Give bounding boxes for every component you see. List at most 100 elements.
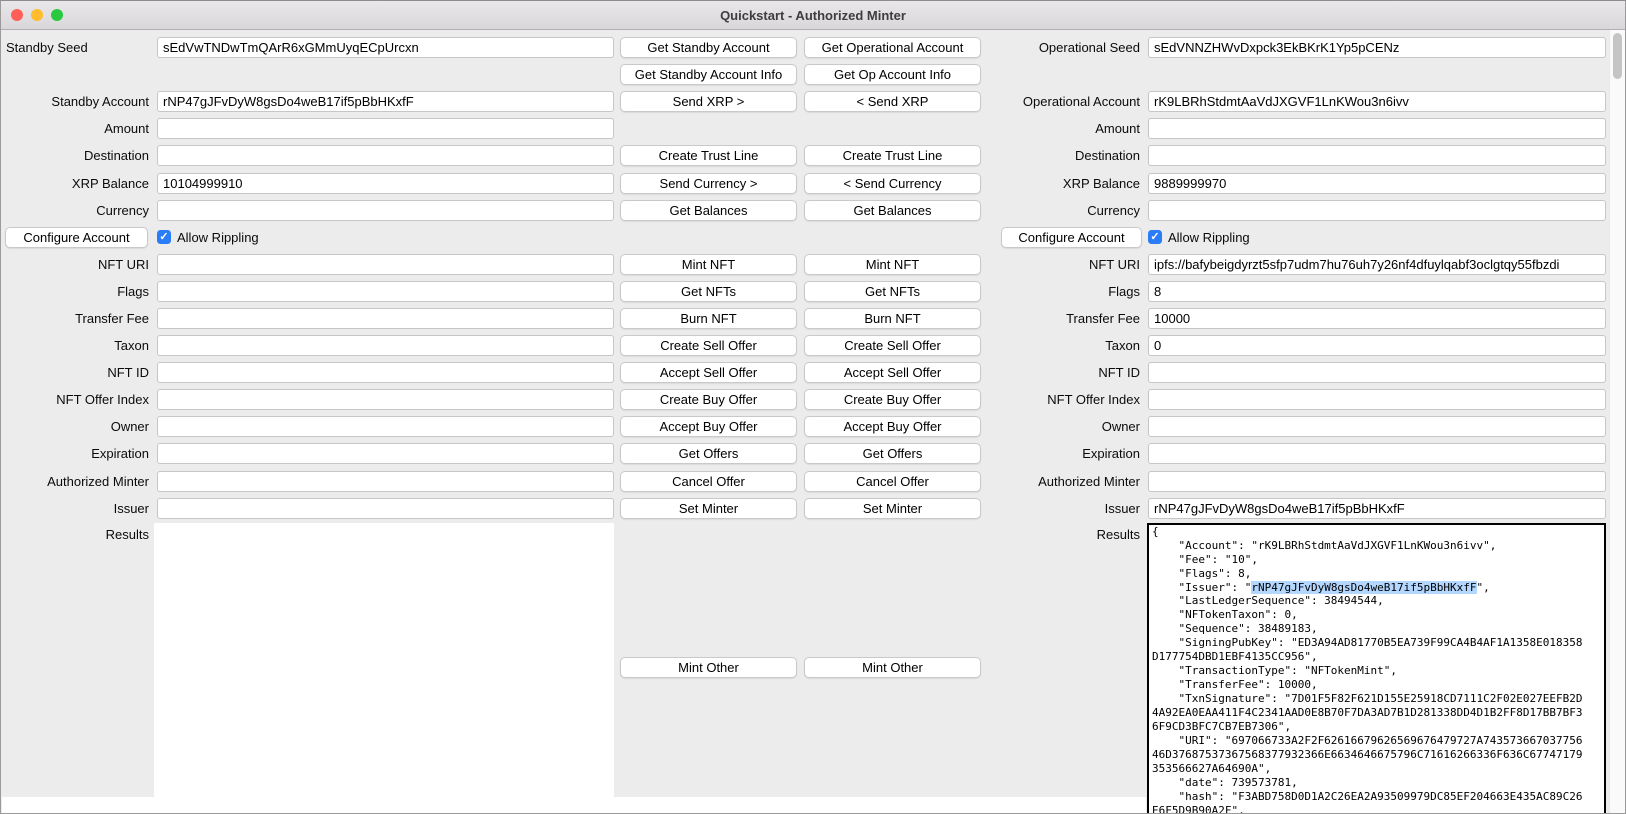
operational-transfer-fee-input[interactable]: [1148, 308, 1606, 329]
get-balances-operational-button[interactable]: Get Balances: [804, 200, 981, 221]
standby-issuer-input[interactable]: [157, 498, 614, 519]
standby-authorized-minter-input[interactable]: [157, 471, 614, 492]
zoom-window-icon[interactable]: [51, 9, 63, 21]
create-buy-offer-operational-button[interactable]: Create Buy Offer: [804, 389, 981, 410]
operational-expiration-label: Expiration: [987, 440, 1142, 467]
burn-nft-standby-button[interactable]: Burn NFT: [620, 308, 797, 329]
configure-standby-account-button[interactable]: Configure Account: [5, 227, 148, 248]
standby-flags-input[interactable]: [157, 281, 614, 302]
operational-currency-input[interactable]: [1148, 200, 1606, 221]
json-line: "TransferFee": 10000,: [1152, 678, 1604, 692]
send-xrp-to-operational-button[interactable]: Send XRP >: [620, 91, 797, 112]
create-trust-line-operational-button[interactable]: Create Trust Line: [804, 145, 981, 166]
send-currency-to-operational-button[interactable]: Send Currency >: [620, 173, 797, 194]
standby-xrp-balance-input[interactable]: [157, 173, 614, 194]
mint-other-operational-button[interactable]: Mint Other: [804, 657, 981, 678]
get-op-account-info-button[interactable]: Get Op Account Info: [804, 64, 981, 85]
operational-allow-rippling-checkbox[interactable]: [1148, 230, 1162, 244]
operational-issuer-label: Issuer: [987, 495, 1142, 522]
set-minter-standby-button[interactable]: Set Minter: [620, 498, 797, 519]
create-sell-offer-operational-button[interactable]: Create Sell Offer: [804, 335, 981, 356]
operational-nft-uri-input[interactable]: [1148, 254, 1606, 275]
json-line: "LastLedgerSequence": 38494544,: [1152, 594, 1604, 608]
operational-issuer-input[interactable]: [1148, 498, 1606, 519]
cancel-offer-operational-button[interactable]: Cancel Offer: [804, 471, 981, 492]
operational-expiration-input[interactable]: [1148, 443, 1606, 464]
operational-seed-input[interactable]: [1148, 37, 1606, 58]
operational-account-input[interactable]: [1148, 91, 1606, 112]
get-offers-standby-button[interactable]: Get Offers: [620, 443, 797, 464]
get-standby-account-button[interactable]: Get Standby Account: [620, 37, 797, 58]
mint-other-standby-button[interactable]: Mint Other: [620, 657, 797, 678]
standby-owner-input[interactable]: [157, 416, 614, 437]
standby-account-input[interactable]: [157, 91, 614, 112]
minimize-window-icon[interactable]: [31, 9, 43, 21]
standby-expiration-input[interactable]: [157, 443, 614, 464]
standby-nft-offer-index-label: NFT Offer Index: [1, 386, 151, 413]
form-grid: Standby Seed Get Standby Account Get Ope…: [1, 30, 1625, 813]
operational-nft-id-input[interactable]: [1148, 362, 1606, 383]
burn-nft-operational-button[interactable]: Burn NFT: [804, 308, 981, 329]
operational-amount-label: Amount: [987, 115, 1142, 142]
operational-nft-offer-index-input[interactable]: [1148, 389, 1606, 410]
panel-bottom-gap-middle: [614, 797, 1146, 813]
vertical-scrollbar[interactable]: [1609, 30, 1625, 813]
standby-taxon-label: Taxon: [1, 332, 151, 359]
standby-nft-id-input[interactable]: [157, 362, 614, 383]
standby-taxon-input[interactable]: [157, 335, 614, 356]
accept-sell-offer-standby-button[interactable]: Accept Sell Offer: [620, 362, 797, 383]
standby-destination-input[interactable]: [157, 145, 614, 166]
accept-buy-offer-operational-button[interactable]: Accept Buy Offer: [804, 416, 981, 437]
operational-amount-input[interactable]: [1148, 118, 1606, 139]
operational-authorized-minter-input[interactable]: [1148, 471, 1606, 492]
json-line: 4A92EA0EAA411F4C2341AAD0E8B70F7DA3AD7B1D…: [1152, 706, 1604, 720]
mint-nft-operational-button[interactable]: Mint NFT: [804, 254, 981, 275]
operational-destination-label: Destination: [987, 142, 1142, 169]
standby-nft-offer-index-input[interactable]: [157, 389, 614, 410]
standby-expiration-label: Expiration: [1, 440, 151, 467]
standby-currency-input[interactable]: [157, 200, 614, 221]
standby-transfer-fee-input[interactable]: [157, 308, 614, 329]
operational-results-area[interactable]: { "Account": "rK9LBRhStdmtAaVdJXGVF1LnKW…: [1147, 523, 1606, 813]
standby-results-area[interactable]: [154, 523, 614, 813]
accept-sell-offer-operational-button[interactable]: Accept Sell Offer: [804, 362, 981, 383]
standby-amount-input[interactable]: [157, 118, 614, 139]
create-trust-line-standby-button[interactable]: Create Trust Line: [620, 145, 797, 166]
standby-account-label: Standby Account: [1, 88, 151, 115]
send-xrp-to-standby-button[interactable]: < Send XRP: [804, 91, 981, 112]
operational-taxon-input[interactable]: [1148, 335, 1606, 356]
cancel-offer-standby-button[interactable]: Cancel Offer: [620, 471, 797, 492]
create-sell-offer-standby-button[interactable]: Create Sell Offer: [620, 335, 797, 356]
close-window-icon[interactable]: [11, 9, 23, 21]
get-nfts-standby-button[interactable]: Get NFTs: [620, 281, 797, 302]
get-nfts-operational-button[interactable]: Get NFTs: [804, 281, 981, 302]
configure-operational-account-button[interactable]: Configure Account: [1001, 227, 1142, 248]
json-issuer-prefix: "Issuer": ": [1152, 581, 1251, 594]
operational-flags-input[interactable]: [1148, 281, 1606, 302]
send-currency-to-standby-button[interactable]: < Send Currency: [804, 173, 981, 194]
standby-nft-uri-label: NFT URI: [1, 251, 151, 278]
get-standby-account-info-button[interactable]: Get Standby Account Info: [620, 64, 797, 85]
create-buy-offer-standby-button[interactable]: Create Buy Offer: [620, 389, 797, 410]
standby-allow-rippling-checkbox[interactable]: [157, 230, 171, 244]
panel-bottom-gap-left: [2, 797, 154, 813]
json-line-issuer: "Issuer": "rNP47gJFvDyW8gsDo4weB17if5pBb…: [1152, 581, 1604, 595]
operational-owner-input[interactable]: [1148, 416, 1606, 437]
accept-buy-offer-standby-button[interactable]: Accept Buy Offer: [620, 416, 797, 437]
get-operational-account-button[interactable]: Get Operational Account: [804, 37, 981, 58]
operational-taxon-label: Taxon: [987, 332, 1142, 359]
json-line: "Flags": 8,: [1152, 567, 1604, 581]
set-minter-operational-button[interactable]: Set Minter: [804, 498, 981, 519]
operational-account-label: Operational Account: [987, 88, 1142, 115]
mint-nft-standby-button[interactable]: Mint NFT: [620, 254, 797, 275]
get-balances-standby-button[interactable]: Get Balances: [620, 200, 797, 221]
standby-amount-label: Amount: [1, 115, 151, 142]
json-line: "URI": "697066733A2F2F626166796265696764…: [1152, 734, 1604, 748]
operational-destination-input[interactable]: [1148, 145, 1606, 166]
scrollbar-thumb[interactable]: [1613, 33, 1622, 79]
standby-allow-rippling-row: Allow Rippling: [157, 224, 614, 251]
operational-xrp-balance-input[interactable]: [1148, 173, 1606, 194]
get-offers-operational-button[interactable]: Get Offers: [804, 443, 981, 464]
standby-nft-uri-input[interactable]: [157, 254, 614, 275]
standby-seed-input[interactable]: [157, 37, 614, 58]
